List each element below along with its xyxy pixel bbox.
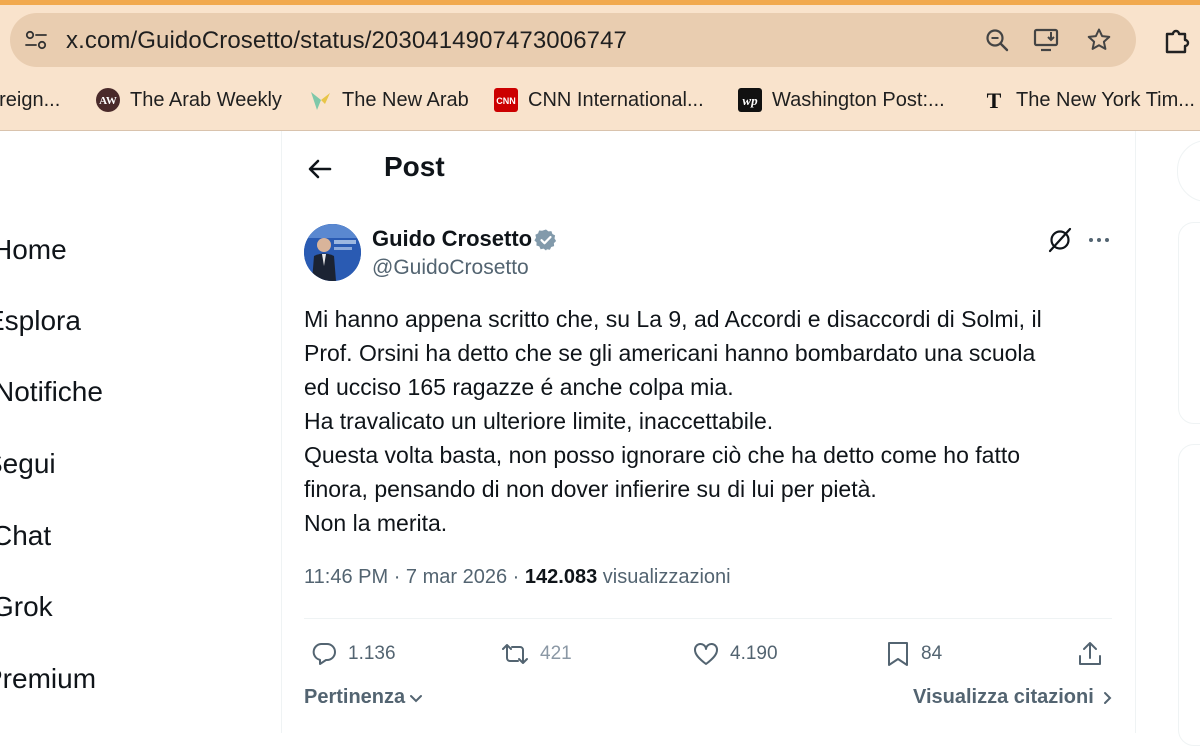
browser-chrome: x.com/GuidoCrosetto/status/2030414907473… bbox=[0, 0, 1200, 131]
author-name[interactable]: Guido Crosetto bbox=[372, 226, 532, 252]
url-text[interactable]: x.com/GuidoCrosetto/status/2030414907473… bbox=[66, 27, 627, 55]
cnn-badge-text: CNN bbox=[496, 96, 516, 106]
browser-accent-bar bbox=[0, 0, 1200, 5]
bookmark-button[interactable]: 84 bbox=[885, 638, 942, 670]
verified-badge-icon bbox=[534, 229, 557, 251]
sidebar-item-grok[interactable]: Grok bbox=[0, 591, 53, 623]
bookmark-item[interactable]: CNN CNN International... bbox=[494, 78, 704, 122]
zoom-icon[interactable] bbox=[982, 25, 1012, 55]
chevron-down-icon bbox=[410, 694, 423, 702]
bookmark-label: The Arab Weekly bbox=[130, 88, 282, 111]
view-quotes-link[interactable]: Visualizza citazioni bbox=[913, 686, 1116, 709]
sort-label: Pertinenza bbox=[304, 686, 406, 708]
extensions-icon[interactable] bbox=[1162, 25, 1192, 55]
nyt-logo-icon: T bbox=[982, 88, 1006, 112]
meta-separator: · bbox=[512, 566, 520, 588]
wp-badge-text: wp bbox=[742, 93, 758, 108]
site-info-icon[interactable] bbox=[24, 29, 48, 51]
repost-button[interactable]: 421 bbox=[500, 638, 572, 670]
meta-separator: · bbox=[393, 566, 401, 588]
aw-badge-text: AW bbox=[99, 95, 117, 107]
bookmark-icon bbox=[888, 642, 908, 666]
heart-icon bbox=[694, 643, 718, 665]
like-button[interactable]: 4.190 bbox=[692, 638, 778, 670]
bookmark-item[interactable]: The New Arab bbox=[308, 78, 469, 122]
bookmark-label: Washington Post:... bbox=[772, 88, 945, 111]
address-bar[interactable]: x.com/GuidoCrosetto/status/2030414907473… bbox=[10, 13, 1136, 67]
bookmark-label: oreign... bbox=[0, 88, 61, 111]
grok-icon[interactable] bbox=[1046, 226, 1074, 254]
bookmark-label: The New York Tim... bbox=[1016, 88, 1195, 111]
bookmark-item[interactable]: AW The Arab Weekly bbox=[96, 78, 282, 122]
divider bbox=[304, 618, 1112, 619]
avatar[interactable] bbox=[304, 224, 361, 281]
bookmark-count: 84 bbox=[921, 643, 943, 664]
new-arab-logo-icon bbox=[308, 88, 332, 112]
tweet-line: Prof. Orsini ha detto che se gli america… bbox=[304, 340, 1036, 366]
views-count: 142.083 bbox=[524, 566, 598, 588]
search-box[interactable] bbox=[1177, 140, 1200, 202]
tweet-line: Mi hanno appena scritto che, su La 9, ad… bbox=[304, 306, 1042, 332]
tweet-line: Non la merita. bbox=[304, 510, 448, 536]
like-count: 4.190 bbox=[730, 643, 778, 664]
sort-dropdown[interactable]: Pertinenza bbox=[304, 686, 425, 709]
back-arrow-icon[interactable] bbox=[306, 155, 334, 183]
sidebar-item-premium[interactable]: Premium bbox=[0, 663, 96, 695]
tweet-line: Questa volta basta, non posso ignorare c… bbox=[304, 442, 1021, 468]
bookmark-item[interactable]: wp Washington Post:... bbox=[738, 78, 945, 122]
aw-logo-icon: AW bbox=[96, 88, 120, 112]
tweet-line: finora, pensando di non dover infierire … bbox=[304, 476, 877, 502]
repost-count: 421 bbox=[540, 643, 572, 664]
page-title: Post bbox=[384, 151, 445, 182]
more-options-icon[interactable] bbox=[1085, 226, 1113, 254]
reply-icon bbox=[312, 643, 336, 665]
views-label: visualizzazioni bbox=[602, 566, 731, 588]
bookmark-star-icon[interactable] bbox=[1084, 25, 1114, 55]
bookmark-label: CNN International... bbox=[528, 88, 704, 111]
bookmark-item[interactable]: T The New York Tim... bbox=[982, 78, 1195, 122]
tweet-text: Mi hanno appena scritto che, su La 9, ad… bbox=[304, 302, 1104, 540]
sidebar-item-following[interactable]: Segui bbox=[0, 448, 56, 480]
bookmark-label: The New Arab bbox=[342, 88, 469, 111]
install-app-icon[interactable] bbox=[1032, 25, 1062, 55]
tweet-line: ed ucciso 165 ragazze é anche colpa mia. bbox=[304, 374, 734, 400]
share-button[interactable] bbox=[1076, 638, 1114, 670]
reply-button[interactable]: 1.136 bbox=[310, 638, 396, 670]
wp-logo-icon: wp bbox=[738, 88, 762, 112]
sidebar-card bbox=[1178, 222, 1200, 424]
chevron-right-icon bbox=[1103, 691, 1112, 704]
tweet-date[interactable]: 7 mar 2026 bbox=[406, 566, 507, 588]
tweet-meta: 11:46 PM · 7 mar 2026 · 142.083 visualiz… bbox=[304, 566, 731, 589]
cnn-logo-icon: CNN bbox=[494, 88, 518, 112]
nyt-badge-text: T bbox=[987, 88, 1002, 112]
sidebar-card bbox=[1178, 444, 1200, 746]
author-handle[interactable]: @GuidoCrosetto bbox=[372, 256, 529, 280]
bookmarks-bar: oreign... AW The Arab Weekly The New Ara… bbox=[0, 78, 1200, 122]
bookmark-item[interactable]: oreign... bbox=[0, 78, 60, 122]
sidebar-item-home[interactable]: Home bbox=[0, 234, 67, 266]
tweet-line: Ha travalicato un ulteriore limite, inac… bbox=[304, 408, 774, 434]
repost-icon bbox=[502, 644, 528, 664]
tweet-time[interactable]: 11:46 PM bbox=[304, 566, 388, 588]
sidebar-item-notifications[interactable]: Notifiche bbox=[0, 376, 103, 408]
reply-count: 1.136 bbox=[348, 643, 396, 664]
quotes-label: Visualizza citazioni bbox=[913, 686, 1094, 708]
sidebar-item-explore[interactable]: Esplora bbox=[0, 305, 81, 337]
share-icon bbox=[1079, 642, 1101, 665]
sidebar-item-chat[interactable]: Chat bbox=[0, 520, 51, 552]
